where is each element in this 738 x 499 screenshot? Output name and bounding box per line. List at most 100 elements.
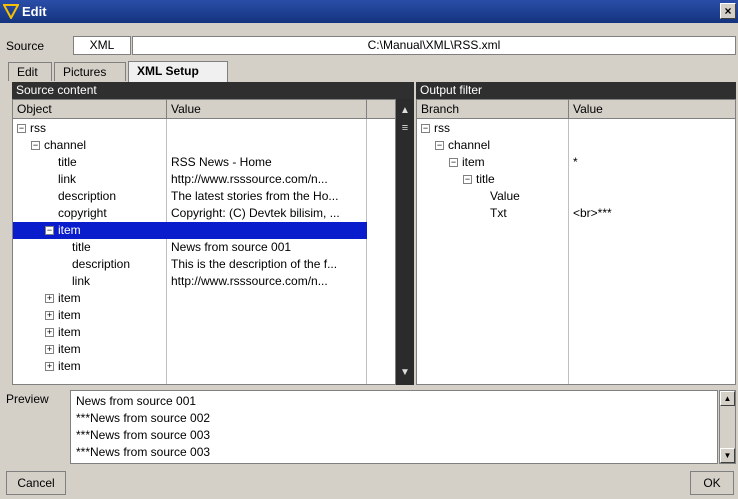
tree-row[interactable]: − rss	[13, 120, 367, 137]
tree-node-label: item	[58, 223, 81, 237]
tree-node-label: description	[72, 257, 131, 271]
tree-node-label: link	[58, 172, 77, 186]
expand-icon[interactable]: +	[45, 345, 54, 354]
preview-scroll-down-icon[interactable]: ▼	[720, 448, 735, 463]
expand-icon[interactable]: +	[45, 294, 54, 303]
output-filter-header: Output filter	[416, 82, 736, 99]
tree-node[interactable]: − item	[13, 222, 167, 239]
collapse-icon[interactable]: −	[45, 226, 54, 235]
tree-node[interactable]: + item	[13, 324, 167, 341]
tree-node[interactable]: + item	[13, 307, 167, 324]
tree-node[interactable]: title	[13, 239, 167, 256]
output-filter-tree[interactable]: Branch Value − rss − channel − item * − title Val…	[416, 99, 736, 385]
tree-node[interactable]: − channel	[417, 137, 569, 154]
column-header-value[interactable]: Value	[569, 100, 735, 119]
collapse-icon[interactable]: −	[421, 124, 430, 133]
collapse-icon[interactable]: −	[31, 141, 40, 150]
tree-row[interactable]: − channel	[13, 137, 367, 154]
tree-node[interactable]: copyright	[13, 205, 167, 222]
title-bar: Edit ×	[0, 0, 738, 23]
tree-row[interactable]: Txt <br>***	[417, 205, 735, 222]
tree-row[interactable]: title News from source 001	[13, 239, 367, 256]
tree-node[interactable]: Txt	[417, 205, 569, 222]
tree-row[interactable]: − title	[417, 171, 735, 188]
tree-node-label: item	[58, 325, 81, 339]
tree-node-value	[167, 358, 365, 375]
preview-line: News from source 001	[76, 394, 197, 408]
scroll-down-icon[interactable]: ▼	[396, 365, 414, 381]
tree-row[interactable]: description The latest stories from the H…	[13, 188, 367, 205]
expand-icon[interactable]: +	[45, 362, 54, 371]
source-label: Source	[6, 39, 45, 53]
tree-row[interactable]: − item	[13, 222, 367, 239]
expand-icon[interactable]: +	[45, 311, 54, 320]
tree-node-value	[167, 137, 365, 154]
source-content-tree[interactable]: Object Value − rss − channel title RSS News -…	[12, 99, 396, 385]
scroll-thumb-icon[interactable]: ≡	[400, 121, 410, 135]
tree-node-value: http://www.rsssource.com/n...	[171, 274, 328, 288]
tree-row[interactable]: − rss	[417, 120, 735, 137]
column-header-object[interactable]: Object	[13, 100, 167, 119]
tree-row[interactable]: Value	[417, 188, 735, 205]
tree-node[interactable]: description	[13, 256, 167, 273]
column-header-value[interactable]: Value	[167, 100, 367, 119]
tree-node-label: title	[72, 240, 91, 254]
collapse-icon[interactable]: −	[449, 158, 458, 167]
close-button[interactable]: ×	[720, 3, 736, 19]
tree-node[interactable]: link	[13, 171, 167, 188]
scroll-up-icon[interactable]: ▲	[396, 103, 414, 119]
tree-node-value	[569, 120, 733, 137]
tree-node-value	[569, 188, 733, 205]
tree-node-label: Value	[490, 189, 520, 203]
collapse-icon[interactable]: −	[463, 175, 472, 184]
tree-node-value	[167, 222, 365, 239]
tree-row[interactable]: + item	[13, 307, 367, 324]
tree-node[interactable]: − rss	[13, 120, 167, 137]
tree-node-value	[167, 324, 365, 341]
tree-row[interactable]: + item	[13, 324, 367, 341]
tree-node[interactable]: title	[13, 154, 167, 171]
tree-row[interactable]: − item *	[417, 154, 735, 171]
tree-node-value	[569, 171, 733, 188]
preview-box[interactable]: News from source 001 ***News from source…	[70, 390, 718, 464]
tree-node[interactable]: − rss	[417, 120, 569, 137]
column-header-branch[interactable]: Branch	[417, 100, 569, 119]
tree-node[interactable]: Value	[417, 188, 569, 205]
app-logo-icon	[3, 4, 19, 19]
tree-row[interactable]: title RSS News - Home	[13, 154, 367, 171]
expand-icon[interactable]: +	[45, 328, 54, 337]
tree-node[interactable]: − title	[417, 171, 569, 188]
tree-node[interactable]: + item	[13, 358, 167, 375]
source-path-field[interactable]: C:\Manual\XML\RSS.xml	[132, 36, 736, 55]
tree-row[interactable]: description This is the description of th…	[13, 256, 367, 273]
tree-node-label: channel	[44, 138, 87, 152]
tree-node-value: News from source 001	[171, 240, 292, 254]
tree-row[interactable]: copyright Copyright: (C) Devtek bilisim, …	[13, 205, 367, 222]
collapse-icon[interactable]: −	[435, 141, 444, 150]
tab-edit[interactable]: Edit	[8, 62, 52, 81]
tree-node-value: This is the description of the f...	[171, 257, 338, 271]
tree-node[interactable]: + item	[13, 290, 167, 307]
source-type-button[interactable]: XML	[73, 36, 131, 55]
ok-button[interactable]: OK	[690, 471, 734, 495]
preview-scroll-up-icon[interactable]: ▲	[720, 391, 735, 406]
tab-xml-setup[interactable]: XML Setup	[128, 61, 228, 82]
collapse-icon[interactable]: −	[17, 124, 26, 133]
tree-row[interactable]: + item	[13, 290, 367, 307]
cancel-button[interactable]: Cancel	[6, 471, 66, 495]
tree-row[interactable]: link http://www.rsssource.com/n...	[13, 171, 367, 188]
tree-node-value: RSS News - Home	[171, 155, 272, 169]
tree-row[interactable]: + item	[13, 358, 367, 375]
preview-area: Preview News from source 001 ***News fro…	[0, 388, 738, 466]
tree-row[interactable]: link http://www.rsssource.com/n...	[13, 273, 367, 290]
tree-node[interactable]: link	[13, 273, 167, 290]
preview-scrollbar[interactable]: ▲ ▼	[719, 390, 736, 464]
tree-node[interactable]: description	[13, 188, 167, 205]
tree-row[interactable]: − channel	[417, 137, 735, 154]
tree-node[interactable]: − item	[417, 154, 569, 171]
tab-pictures[interactable]: Pictures	[54, 62, 126, 81]
tree-node[interactable]: − channel	[13, 137, 167, 154]
tree-row[interactable]: + item	[13, 341, 367, 358]
source-scrollbar[interactable]: ▲ ≡ ▼	[396, 99, 414, 385]
tree-node[interactable]: + item	[13, 341, 167, 358]
